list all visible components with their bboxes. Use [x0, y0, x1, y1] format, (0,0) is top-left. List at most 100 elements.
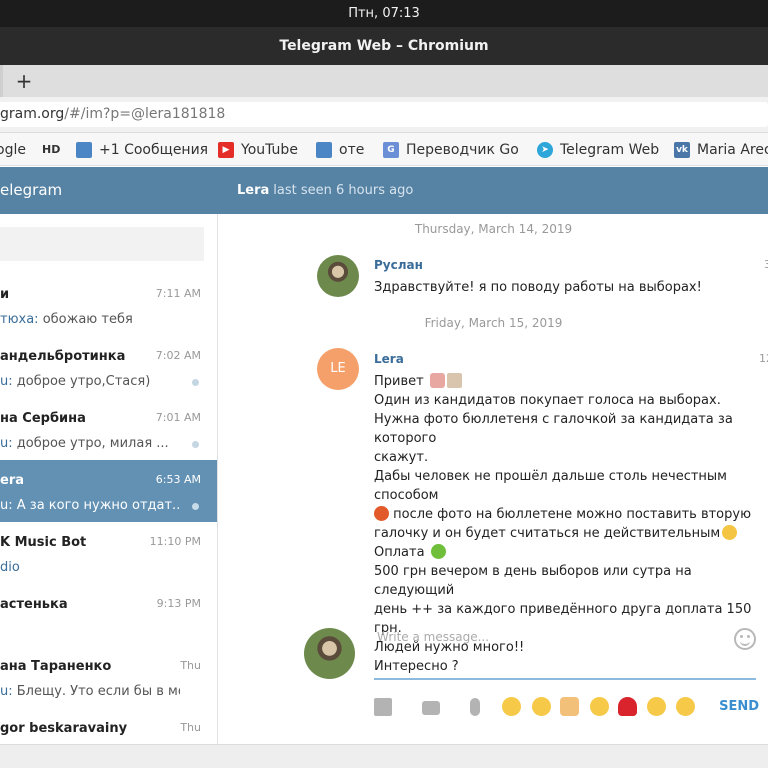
attach-file-icon[interactable]: [374, 698, 392, 716]
bookmark-vk[interactable]: vk Maria Areo: [674, 140, 768, 160]
unread-dot: [192, 441, 199, 448]
dialog-sender: u:: [0, 684, 13, 699]
dialog-time: 7:11 AM: [155, 287, 201, 300]
kissing-emoji-icon[interactable]: [590, 697, 609, 716]
dialog-time: 7:01 AM: [155, 411, 201, 424]
dialog-time: 11:10 PM: [149, 535, 201, 548]
message-line-text: Оплата: [374, 545, 425, 560]
bookmark-telegram[interactable]: ➤ Telegram Web: [537, 140, 659, 160]
dialog-item[interactable]: K Music Bot 11:10 PM dio: [0, 522, 217, 584]
woman-emoji-icon: [429, 373, 445, 388]
laughing-emoji-icon[interactable]: [502, 697, 521, 716]
message-text: Здравствуйте! я по поводу работы на выбо…: [374, 280, 702, 295]
date-separator: Thursday, March 14, 2019: [414, 222, 573, 236]
message-line-text: Привет: [374, 374, 424, 389]
dialog-name: ана Тараненко: [0, 659, 112, 674]
camera-icon[interactable]: [422, 701, 440, 715]
message-line: 500 грн вечером в день выборов или сутра…: [374, 564, 692, 598]
message-time: 3: [764, 258, 768, 271]
translate-icon: G: [383, 142, 399, 158]
message-author[interactable]: Lera: [374, 352, 404, 366]
bookmark-hd[interactable]: HD: [42, 140, 60, 160]
dialog-item[interactable]: ана Тараненко Thu u: Блещу. Уто если бы …: [0, 646, 217, 708]
dialog-preview: тюха: обожаю тебя: [0, 312, 180, 327]
telegram-icon: ➤: [537, 142, 553, 158]
search-input[interactable]: [0, 227, 204, 261]
grinning-emoji-icon[interactable]: [532, 697, 551, 716]
bookmark-youtube[interactable]: ▶ YouTube: [218, 140, 298, 160]
angry-face-emoji-icon: [374, 506, 389, 521]
message-line: галочку и он будет считаться не действит…: [374, 524, 754, 543]
url-field[interactable]: gram.org/#/im?p=@lera181818: [0, 102, 768, 127]
bookmark-translate[interactable]: G Переводчик Go: [383, 140, 519, 160]
new-tab-button[interactable]: +: [12, 68, 36, 94]
dialog-sender: тюха:: [0, 312, 39, 327]
bookmark-messages[interactable]: +1 Сообщения: [76, 140, 208, 160]
message-author[interactable]: Руслан: [374, 258, 423, 272]
bookmark-label: ogle: [0, 142, 26, 158]
dialog-text: доброе утро, милая ...: [12, 436, 169, 451]
chat-panel: Thursday, March 14, 2019 Руслан 3 Здравс…: [219, 214, 768, 744]
dialog-name: era: [0, 473, 25, 488]
message-line: Дабы человек не прошёл дальше столь нече…: [374, 469, 727, 503]
peer-status: last seen 6 hours ago: [273, 183, 414, 198]
dialog-name: на Сербина: [0, 411, 86, 426]
composer-toolbar: SEND: [374, 696, 759, 720]
dialog-preview: u: Блещу. Уто если бы в мо...: [0, 684, 180, 699]
chat-bubble-icon: [76, 142, 92, 158]
bookmark-docs[interactable]: оте: [316, 140, 364, 160]
smiling-emoji-icon[interactable]: [676, 697, 695, 716]
bookmark-label: Переводчик Go: [406, 142, 519, 158]
dialog-preview: u: А за кого нужно отдат...: [0, 498, 180, 513]
skin-tone-emoji-icon: [446, 373, 462, 388]
dialog-text: обожаю тебя: [38, 312, 133, 327]
message-time: 12: [759, 352, 768, 365]
youtube-icon: ▶: [218, 142, 234, 158]
dialog-time: 9:13 PM: [156, 597, 201, 610]
peer-name: Lera: [237, 183, 270, 198]
message-line: Привет: [374, 372, 754, 391]
dialog-name: андельбротинка: [0, 349, 126, 364]
message-line-text: после фото на бюллетене можно поставить …: [389, 507, 752, 522]
dialog-name: астенька: [0, 597, 68, 612]
dialog-item[interactable]: андельбротинка 7:02 AM u: доброе утро,Ст…: [0, 336, 217, 398]
dialog-preview: dio: [0, 560, 180, 575]
message-placeholder: Write a message...: [377, 630, 490, 644]
thumbs-up-emoji-icon[interactable]: [560, 697, 579, 716]
dialog-text: Блещу. Уто если бы в мо...: [12, 684, 180, 699]
address-bar: gram.org/#/im?p=@lera181818: [0, 97, 768, 133]
vk-icon: vk: [674, 142, 690, 158]
dialog-preview: u: доброе утро, милая ...: [0, 436, 180, 451]
microphone-icon[interactable]: [470, 698, 480, 716]
telegram-header: elegram Lera last seen 6 hours ago: [0, 167, 768, 214]
message-line-text: галочку и он будет считаться не действит…: [374, 526, 721, 541]
app-title[interactable]: elegram: [0, 181, 62, 199]
dialog-item[interactable]: на Сербина 7:01 AM u: доброе утро, милая…: [0, 398, 217, 460]
dialog-item-active[interactable]: era 6:53 AM u: А за кого нужно отдат...: [0, 460, 217, 522]
dialog-text: А за кого нужно отдат...: [12, 498, 180, 513]
avatar[interactable]: LE: [317, 348, 359, 390]
tab-edge: [0, 65, 3, 97]
emoji-picker-icon[interactable]: [734, 628, 756, 650]
window-bottom-edge: [0, 744, 768, 768]
dialog-sender: u:: [0, 436, 13, 451]
dialog-item[interactable]: и 7:11 AM тюха: обожаю тебя: [0, 274, 217, 336]
tab-strip: +: [0, 65, 768, 97]
bookmark-google[interactable]: ogle: [0, 140, 26, 160]
date-separator: Friday, March 15, 2019: [424, 316, 563, 330]
bookmark-label: оте: [339, 142, 365, 158]
url-host: gram.org: [0, 106, 65, 122]
my-avatar[interactable]: [304, 628, 355, 679]
send-button[interactable]: SEND: [719, 699, 759, 714]
document-icon: [316, 142, 332, 158]
heart-eyes-emoji-icon[interactable]: [647, 697, 666, 716]
avatar[interactable]: [317, 255, 359, 297]
dialog-time: 6:53 AM: [155, 473, 201, 486]
dialog-time: 7:02 AM: [155, 349, 201, 362]
peer-info[interactable]: Lera last seen 6 hours ago: [237, 183, 413, 198]
heart-emoji-icon[interactable]: [618, 697, 637, 716]
message-input[interactable]: Write a message...: [374, 624, 756, 680]
money-face-emoji-icon: [430, 544, 446, 559]
dialog-item[interactable]: gor beskaravainy Thu: [0, 708, 217, 744]
dialog-item[interactable]: астенька 9:13 PM: [0, 584, 217, 646]
